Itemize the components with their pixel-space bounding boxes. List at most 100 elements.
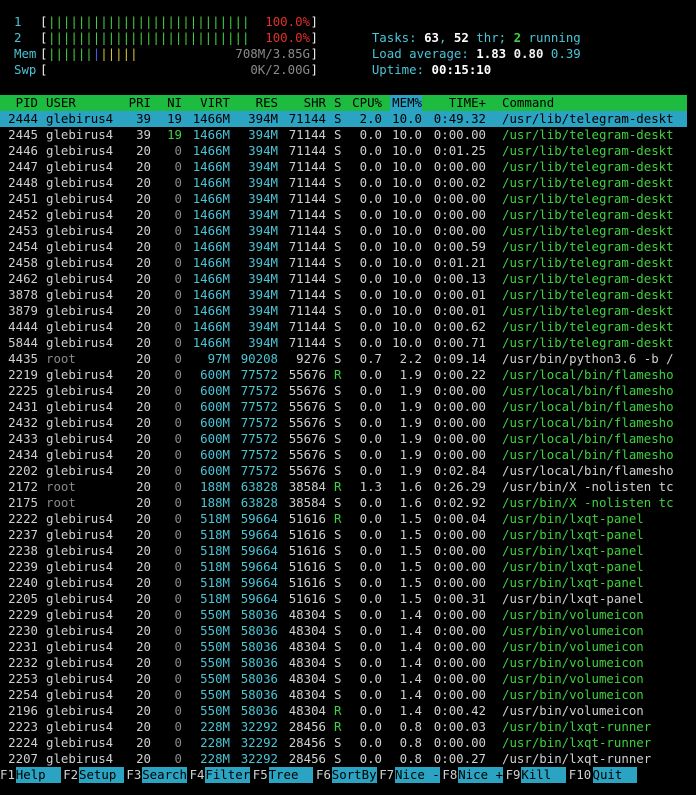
table-row[interactable]: 2172 root 20 0 188M 63828 38584 R 1.3 1.6 0:26.29 /… xyxy=(0,479,687,495)
fkey-f9[interactable]: F9 xyxy=(506,767,521,783)
table-row[interactable]: 2446 glebirus4 20 0 1466M 394M 71144 S 0.0 10.0 0:… xyxy=(0,143,687,159)
cell-shr: 71144 xyxy=(288,239,326,254)
table-row[interactable]: 2253 glebirus4 20 0 550M 58036 48304 S 0.0 1.4 0:0… xyxy=(0,671,687,687)
cell-pri: 20 xyxy=(136,159,151,174)
col-virt[interactable]: VIRT xyxy=(200,95,230,111)
table-row[interactable]: 2231 glebirus4 20 0 550M 58036 48304 S 0.0 1.4 0:0… xyxy=(0,639,687,655)
scrollbar[interactable] xyxy=(687,95,696,767)
cell-pid: 2238 xyxy=(8,543,38,558)
cell-res: 394M xyxy=(248,223,278,238)
table-row[interactable]: 2223 glebirus4 20 0 228M 32292 28456 R 0.0 0.8 0:0… xyxy=(0,719,687,735)
cell-pri: 20 xyxy=(136,239,151,254)
table-row[interactable]: 2240 glebirus4 20 0 518M 59664 51616 S 0.0 1.5 0:0… xyxy=(0,575,687,591)
table-row[interactable]: 2447 glebirus4 20 0 1466M 394M 71144 S 0.0 10.0 0:… xyxy=(0,159,687,175)
table-row[interactable]: 5844 glebirus4 20 0 1466M 394M 71144 S 0.0 10.0 0:… xyxy=(0,335,687,351)
col-user[interactable]: USER xyxy=(46,95,76,111)
fkey-f7[interactable]: F7 xyxy=(379,767,394,783)
fkey-f4[interactable]: F4 xyxy=(190,767,205,783)
col-state[interactable]: S xyxy=(334,95,341,111)
table-row[interactable]: 2202 glebirus4 20 0 600M 77572 55676 S 0.0 1.9 0:0… xyxy=(0,463,687,479)
table-row[interactable]: 2196 glebirus4 20 0 550M 58036 48304 R 0.0 1.4 0:0… xyxy=(0,703,687,719)
table-row[interactable]: 2454 glebirus4 20 0 1466M 394M 71144 S 0.0 10.0 0:… xyxy=(0,239,687,255)
table-row[interactable]: 2462 glebirus4 20 0 1466M 394M 71144 S 0.0 10.0 0:… xyxy=(0,271,687,287)
cell-command: /usr/bin/lxqt-runner xyxy=(502,751,652,766)
table-row[interactable]: 2230 glebirus4 20 0 550M 58036 48304 S 0.0 1.4 0:0… xyxy=(0,623,687,639)
col-cpu[interactable]: CPU% xyxy=(352,95,382,111)
table-row[interactable]: 2432 glebirus4 20 0 600M 77572 55676 S 0.0 1.9 0:0… xyxy=(0,415,687,431)
fkey-label-f7[interactable]: Nice - xyxy=(395,767,440,783)
table-row[interactable]: 2254 glebirus4 20 0 550M 58036 48304 S 0.0 1.4 0:0… xyxy=(0,687,687,703)
fkey-label-f8[interactable]: Nice + xyxy=(458,767,503,783)
fkey-f2[interactable]: F2 xyxy=(63,767,78,783)
cell-mem: 0.8 xyxy=(399,735,422,750)
table-row[interactable]: 2452 glebirus4 20 0 1466M 394M 71144 S 0.0 10.0 0:… xyxy=(0,207,687,223)
fkey-label-f5[interactable]: Tree xyxy=(268,767,314,783)
cell-res: 77572 xyxy=(240,367,278,382)
cell-command: /usr/lib/telegram-deskt xyxy=(502,319,674,334)
fkey-label-f9[interactable]: Kill xyxy=(521,767,567,783)
table-row[interactable]: 2205 glebirus4 20 0 518M 59664 51616 S 0.0 1.5 0:0… xyxy=(0,591,687,607)
table-row[interactable]: 2232 glebirus4 20 0 550M 58036 48304 S 0.0 1.4 0:0… xyxy=(0,655,687,671)
fkey-f8[interactable]: F8 xyxy=(442,767,457,783)
fkey-f10[interactable]: F10 xyxy=(569,767,591,783)
table-row[interactable]: 2238 glebirus4 20 0 518M 59664 51616 S 0.0 1.5 0:0… xyxy=(0,543,687,559)
table-row[interactable]: 2175 root 20 0 188M 63828 38584 S 0.0 1.6 0:02.92 /… xyxy=(0,495,687,511)
cell-virt: 1466M xyxy=(192,127,230,142)
uptime-value: 00:15:10 xyxy=(431,62,492,77)
fkey-label-f4[interactable]: Filter xyxy=(205,767,251,783)
table-row[interactable]: 4444 glebirus4 20 0 1466M 394M 71144 S 0.0 10.0 0:… xyxy=(0,319,687,335)
table-row[interactable]: 2219 glebirus4 20 0 600M 77572 55676 R 0.0 1.9 0:0… xyxy=(0,367,687,383)
col-command[interactable]: Command xyxy=(502,95,554,111)
table-row[interactable]: 2207 glebirus4 20 0 228M 32292 28456 S 0.0 0.8 0:0… xyxy=(0,751,687,767)
cell-command: /usr/lib/telegram-deskt xyxy=(502,175,674,190)
table-row[interactable]: 2237 glebirus4 20 0 518M 59664 51616 S 0.0 1.5 0:0… xyxy=(0,527,687,543)
cell-user: glebirus4 xyxy=(46,399,114,414)
tasks-summary: Tasks: 63, 52 thr; 2 running xyxy=(371,30,581,45)
fkey-label-f6[interactable]: SortBy xyxy=(331,767,377,783)
fkey-label-f10[interactable]: Quit xyxy=(592,767,638,783)
cell-cpu: 0.0 xyxy=(359,687,382,702)
fkey-f1[interactable]: F1 xyxy=(0,767,15,783)
col-ni[interactable]: NI xyxy=(167,95,182,111)
table-row[interactable]: 4435 root 20 0 97M 90208 9276 S 0.7 2.2 0:09.14/us… xyxy=(0,351,687,367)
table-row[interactable]: 2224 glebirus4 20 0 228M 32292 28456 S 0.0 0.8 0:0… xyxy=(0,735,687,751)
table-row[interactable]: 2451 glebirus4 20 0 1466M 394M 71144 S 0.0 10.0 0:… xyxy=(0,191,687,207)
cell-pid: 2444 xyxy=(8,111,38,126)
table-row[interactable]: 2433 glebirus4 20 0 600M 77572 55676 S 0.0 1.9 0:0… xyxy=(0,431,687,447)
col-time[interactable]: TIME+ xyxy=(449,95,486,111)
fkey-f5[interactable]: F5 xyxy=(253,767,268,783)
table-row[interactable]: 2458 glebirus4 20 0 1466M 394M 71144 S 0.0 10.0 0:… xyxy=(0,255,687,271)
fkey-label-f1[interactable]: Help xyxy=(15,767,61,783)
col-pri[interactable]: PRI xyxy=(129,95,151,111)
fkey-label-f3[interactable]: Search xyxy=(142,767,187,783)
table-row-selected[interactable]: 2444 glebirus4 39 19 1466M 394M 71144 S 2.0 10.0 0… xyxy=(0,111,687,127)
table-row[interactable]: 2239 glebirus4 20 0 518M 59664 51616 S 0.0 1.5 0:0… xyxy=(0,559,687,575)
cell-cpu: 0.0 xyxy=(359,367,382,382)
cell-pri: 20 xyxy=(136,623,151,638)
table-row[interactable]: 2229 glebirus4 20 0 550M 58036 48304 S 0.0 1.4 0:0… xyxy=(0,607,687,623)
fkey-f3[interactable]: F3 xyxy=(126,767,141,783)
table-row[interactable]: 3878 glebirus4 20 0 1466M 394M 71144 S 0.0 10.0 0:… xyxy=(0,287,687,303)
cell-state: S xyxy=(334,143,342,158)
table-row[interactable]: 2222 glebirus4 20 0 518M 59664 51616 R 0.0 1.5 0:0… xyxy=(0,511,687,527)
col-res[interactable]: RES xyxy=(256,95,278,111)
col-mem-sorted[interactable]: MEM% xyxy=(390,95,422,111)
cell-res: 77572 xyxy=(240,399,278,414)
table-row[interactable]: 2453 glebirus4 20 0 1466M 394M 71144 S 0.0 10.0 0:… xyxy=(0,223,687,239)
table-row[interactable]: 2448 glebirus4 20 0 1466M 394M 71144 S 0.0 10.0 0:… xyxy=(0,175,687,191)
col-shr[interactable]: SHR xyxy=(304,95,326,111)
cell-cpu: 0.0 xyxy=(359,575,382,590)
table-row[interactable]: 3879 glebirus4 20 0 1466M 394M 71144 S 0.0 10.0 0:… xyxy=(0,303,687,319)
cell-pri: 20 xyxy=(136,639,151,654)
cell-command: /usr/bin/X -nolisten tc xyxy=(502,479,674,494)
col-pid[interactable]: PID xyxy=(16,95,38,111)
cell-res: 394M xyxy=(248,127,278,142)
table-row[interactable]: 2434 glebirus4 20 0 600M 77572 55676 S 0.0 1.9 0:0… xyxy=(0,447,687,463)
fkey-f6[interactable]: F6 xyxy=(316,767,331,783)
cell-mem: 1.9 xyxy=(399,367,422,382)
cell-cpu: 0.0 xyxy=(359,511,382,526)
table-row[interactable]: 2431 glebirus4 20 0 600M 77572 55676 S 0.0 1.9 0:0… xyxy=(0,399,687,415)
table-row[interactable]: 2445 glebirus4 39 19 1466M 394M 71144 S 0.0 10.0 0… xyxy=(0,127,687,143)
fkey-label-f2[interactable]: Setup xyxy=(79,767,124,783)
table-row[interactable]: 2225 glebirus4 20 0 600M 77572 55676 S 0.0 1.9 0:0… xyxy=(0,383,687,399)
